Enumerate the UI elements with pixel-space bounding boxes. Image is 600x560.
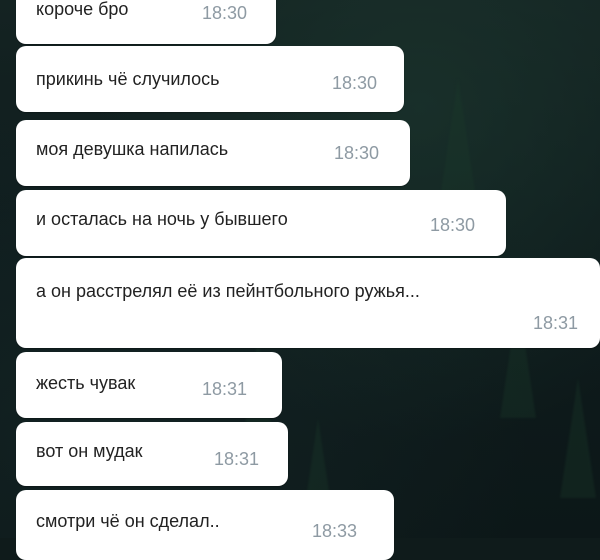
message-time: 18:31 — [532, 313, 578, 333]
message-text: вот он мудак — [36, 441, 143, 461]
message-text: прикинь чё случилось — [36, 69, 220, 89]
message-bubble[interactable]: а он расстрелял её из пейнтбольного ружь… — [16, 258, 600, 348]
message-bubble[interactable]: прикинь чё случилось 18:30 — [16, 46, 404, 112]
message-list[interactable]: короче бро 18:30 прикинь чё случилось 18… — [0, 0, 600, 560]
message-time: 18:30 — [430, 215, 476, 235]
message-text: а он расстрелял её из пейнтбольного ружь… — [36, 281, 420, 301]
message-text: моя девушка напилась — [36, 139, 229, 159]
message-bubble[interactable]: и осталась на ночь у бывшего 18:30 — [16, 190, 506, 256]
message-time: 18:30 — [332, 73, 378, 93]
message-bubble[interactable]: жесть чувак 18:31 — [16, 352, 282, 418]
message-bubble[interactable]: смотри чё он сделал.. 18:33 — [16, 490, 394, 560]
message-time: 18:31 — [214, 449, 260, 469]
message-text: жесть чувак — [36, 373, 136, 393]
message-bubble[interactable]: короче бро 18:30 — [16, 0, 276, 44]
message-time: 18:30 — [202, 3, 248, 23]
message-time: 18:31 — [202, 379, 248, 399]
message-text: короче бро — [36, 0, 129, 19]
message-text: смотри чё он сделал.. — [36, 511, 220, 531]
message-text: и осталась на ночь у бывшего — [36, 209, 288, 229]
message-time: 18:33 — [312, 521, 358, 541]
message-bubble[interactable]: моя девушка напилась 18:30 — [16, 120, 410, 186]
message-time: 18:30 — [334, 143, 380, 163]
message-bubble[interactable]: вот он мудак 18:31 — [16, 422, 288, 486]
